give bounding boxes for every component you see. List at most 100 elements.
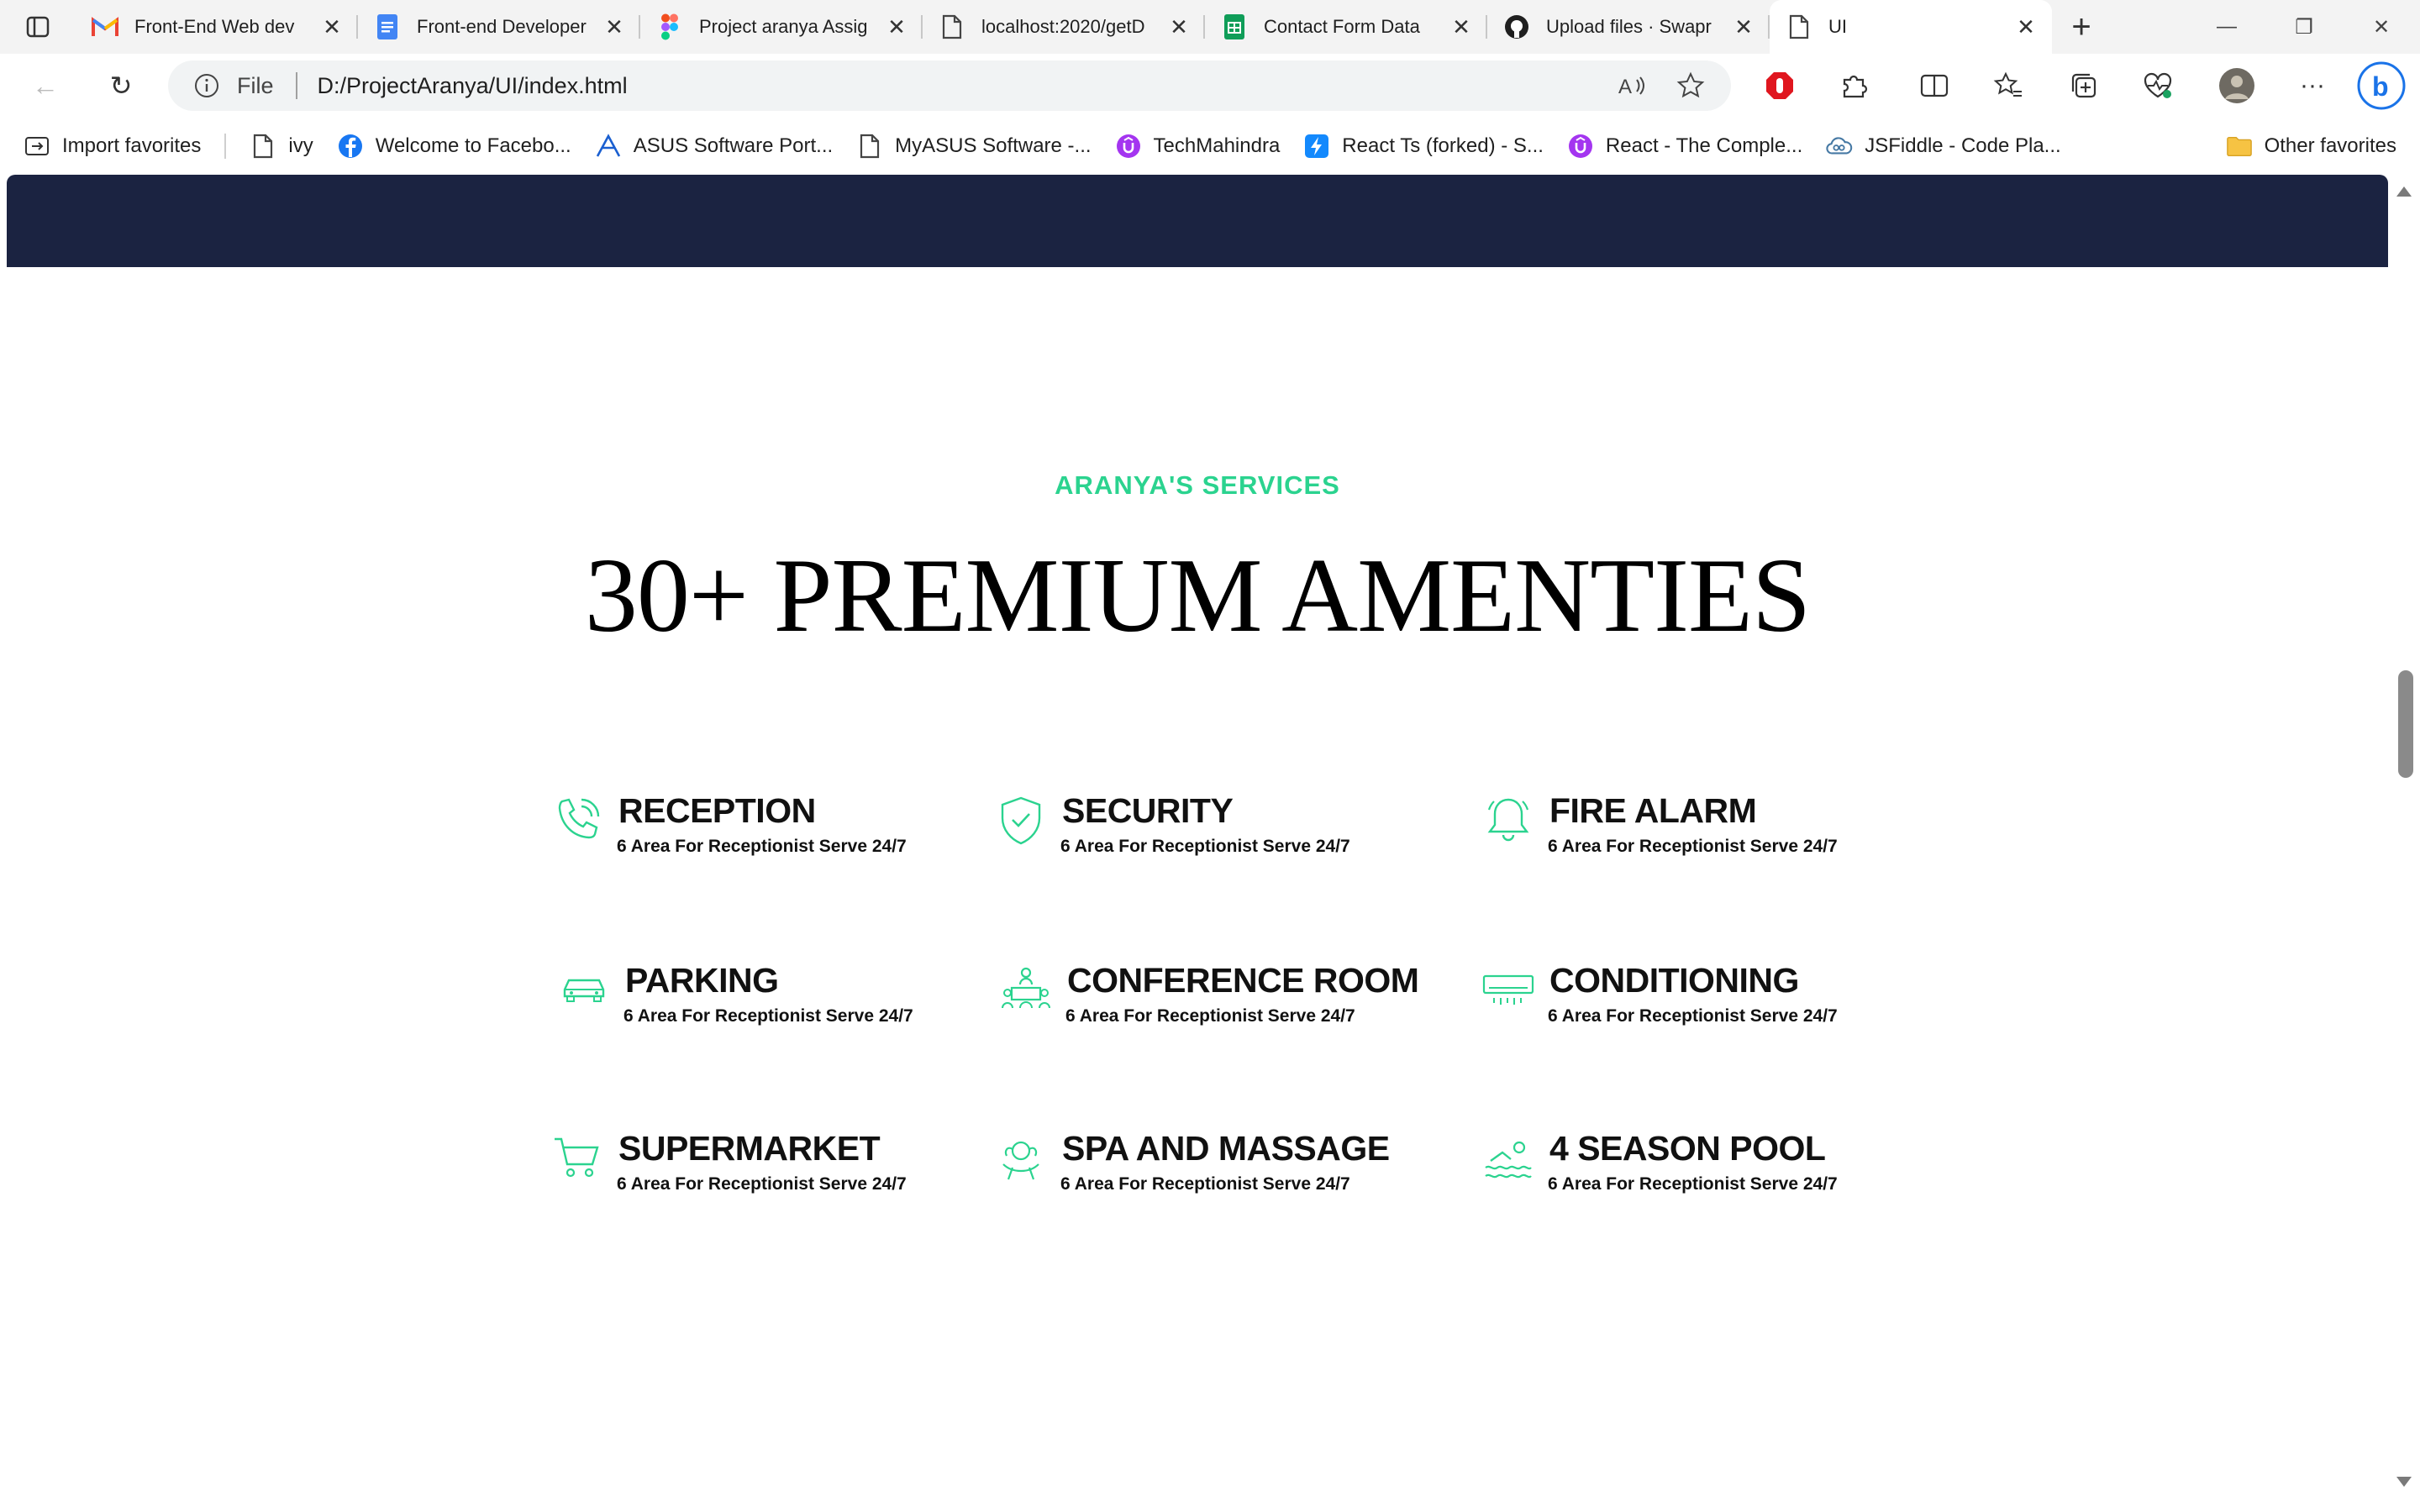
bookmark-label: ivy [288,134,313,157]
service-name: SPA AND MASSAGE [1062,1129,1390,1168]
spa-icon [1002,1141,1039,1180]
bookmark-label: Import favorites [62,134,202,157]
more-options-icon[interactable]: ··· [2294,67,2331,104]
service-desc: 6 Area For Receptionist Serve 24/7 [617,837,907,856]
service-name: 4 SEASON POOL [1549,1129,1826,1168]
tab-title: Project aranya Assig [699,16,868,37]
udemy-icon [1567,133,1594,160]
shield-check-icon [1001,796,1041,845]
minimize-button[interactable]: — [2188,0,2265,54]
close-tab-icon[interactable]: ✕ [886,14,908,40]
tab-ui-active[interactable]: UI ✕ [1770,0,2052,54]
tab-actions-button[interactable] [0,0,76,54]
svg-text:A: A [1618,76,1632,98]
facebook-icon [337,133,364,160]
bookmark-react-ts-forked[interactable]: React Ts (forked) - S... [1303,133,1544,160]
favorites-icon[interactable] [1990,67,2027,104]
docs-icon [373,13,402,41]
tab-localhost[interactable]: localhost:2020/getD ✕ [923,0,1205,54]
close-tab-icon[interactable]: ✕ [2015,14,2037,40]
page-scrollbar[interactable] [2388,175,2420,1512]
scrollbar-thumb[interactable] [2398,670,2413,778]
github-icon [1502,13,1531,41]
service-desc: 6 Area For Receptionist Serve 24/7 [1548,1174,1838,1194]
bookmark-import-favorites[interactable]: Import favorites [24,133,201,160]
tab-github[interactable]: Upload files · Swapr ✕ [1487,0,1770,54]
meeting-icon [1002,967,1050,1009]
close-icon: ✕ [2372,15,2391,39]
site-navbar [7,175,2388,267]
info-icon[interactable] [192,71,222,101]
service-name: SUPERMARKET [618,1129,881,1168]
folder-icon [2226,133,2253,160]
restore-button[interactable]: ❐ [2265,0,2343,54]
close-tab-icon[interactable]: ✕ [603,14,625,40]
service-desc: 6 Area For Receptionist Serve 24/7 [1060,1174,1350,1194]
minimize-icon: — [2217,15,2237,38]
adblock-extension-icon[interactable] [1761,67,1798,104]
sheets-icon [1220,13,1249,41]
gmail-icon [91,13,119,41]
collections-icon[interactable] [2065,67,2102,104]
phone-icon [558,798,600,839]
close-tab-icon[interactable]: ✕ [1733,14,1754,40]
url-text[interactable]: D:/ProjectAranya/UI/index.html [318,73,1613,99]
import-icon [24,133,50,160]
close-tab-icon[interactable]: ✕ [1450,14,1472,40]
close-tab-icon[interactable]: ✕ [321,14,343,40]
bookmark-ivy[interactable]: ivy [250,133,313,160]
scroll-up-arrow-icon[interactable] [2396,186,2412,197]
cart-icon [555,1137,599,1178]
bookmark-jsfiddle[interactable]: JSFiddle - Code Pla... [1826,133,2061,160]
page-icon [250,133,276,160]
address-bar[interactable]: File D:/ProjectAranya/UI/index.html A [168,60,1731,111]
bookmark-divider [224,134,227,159]
close-window-button[interactable]: ✕ [2343,0,2420,54]
scroll-down-arrow-icon[interactable] [2396,1477,2412,1487]
extensions-icon[interactable] [1835,67,1872,104]
service-desc: 6 Area For Receptionist Serve 24/7 [1548,1006,1838,1026]
tab-docs[interactable]: Front-end Developer ✕ [358,0,640,54]
tab-actions-icon [26,16,50,38]
new-tab-button[interactable]: + [2052,0,2111,54]
url-scheme: File [237,72,274,98]
plus-icon: + [2071,8,2091,45]
service-desc: 6 Area For Receptionist Serve 24/7 [1548,837,1838,856]
tab-sheets[interactable]: Contact Form Data ✕ [1205,0,1487,54]
page-viewport: ARANYA'S SERVICES 30+ PREMIUM AMENTIES R… [7,175,2388,1512]
svg-text:b: b [2372,71,2389,102]
refresh-button[interactable]: ↻ [101,66,141,106]
favorite-star-icon[interactable] [1672,67,1709,104]
bookmark-label: React - The Comple... [1605,134,1803,157]
bookmark-techmahindra[interactable]: TechMahindra [1115,133,1281,160]
back-button[interactable]: ← [25,66,66,106]
read-aloud-icon[interactable]: A [1613,67,1650,104]
profile-avatar[interactable] [2218,67,2255,104]
bookmark-react-complete[interactable]: React - The Comple... [1567,133,1802,160]
bookmark-label: React Ts (forked) - S... [1342,134,1544,157]
figma-icon [655,13,684,41]
bookmark-asus-software-portal[interactable]: ASUS Software Port... [595,133,833,160]
back-arrow-icon: ← [32,70,59,101]
other-favorites-folder[interactable]: Other favorites [2226,118,2396,175]
bookmark-label: TechMahindra [1153,134,1281,157]
bookmark-label: Welcome to Facebo... [375,134,571,157]
service-desc: 6 Area For Receptionist Serve 24/7 [623,1006,913,1026]
tab-title: Front-end Developer [417,16,587,37]
bookmark-label: JSFiddle - Code Pla... [1865,134,2061,157]
tab-title: UI [1828,16,1847,37]
page-icon [1785,13,1813,41]
tab-gmail[interactable]: Front-End Web dev ✕ [76,0,358,54]
bookmark-myasus-software[interactable]: MyASUS Software -... [856,133,1092,160]
bell-icon [1487,798,1529,842]
service-name: CONDITIONING [1549,961,1799,1000]
split-screen-icon[interactable] [1916,67,1953,104]
restore-icon: ❐ [2295,15,2313,39]
bookmark-facebook[interactable]: Welcome to Facebo... [337,133,571,160]
tab-figma[interactable]: Project aranya Assig ✕ [640,0,923,54]
asus-icon [595,133,622,160]
car-icon [563,979,605,1002]
close-tab-icon[interactable]: ✕ [1168,14,1190,40]
copilot-icon[interactable]: b [2356,60,2407,111]
browser-essentials-icon[interactable] [2139,67,2176,104]
